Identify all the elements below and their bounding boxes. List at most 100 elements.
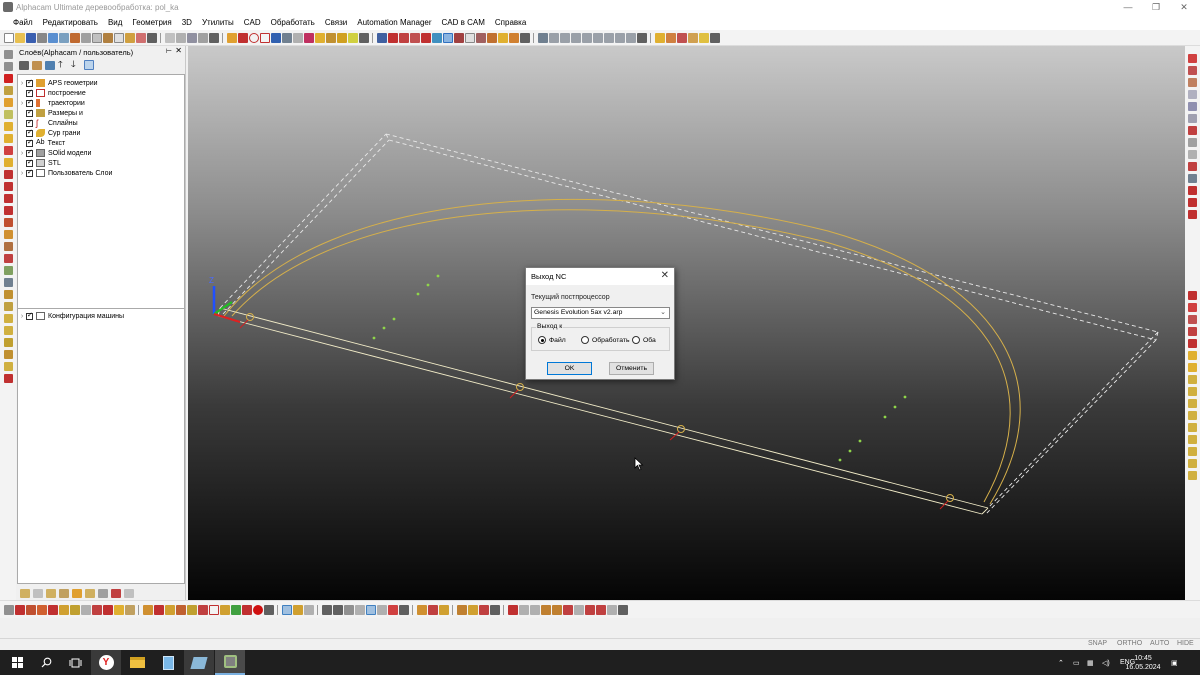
angle-icon[interactable]	[3, 206, 13, 215]
cube-icon[interactable]	[3, 290, 13, 299]
tab-materials-icon[interactable]	[59, 588, 69, 598]
arrow-up-icon[interactable]: 🡑	[58, 57, 68, 73]
layer-item[interactable]: › траектории	[18, 98, 184, 108]
ucs-icon[interactable]	[1188, 162, 1197, 171]
check-icon[interactable]	[1188, 303, 1197, 312]
menu-links[interactable]: Связи	[320, 18, 352, 27]
layer-add-icon[interactable]	[45, 60, 55, 70]
clock[interactable]: 10:45 16.05.2024	[1125, 650, 1160, 675]
pocket-icon[interactable]	[26, 604, 36, 615]
list-op-icon[interactable]	[304, 604, 314, 615]
view-iso-icon[interactable]	[1188, 90, 1197, 99]
spline-icon[interactable]	[304, 32, 314, 43]
op-6-icon[interactable]	[198, 604, 208, 615]
op-2-icon[interactable]	[154, 604, 164, 615]
line-icon[interactable]	[227, 32, 237, 43]
trim-icon[interactable]	[282, 32, 292, 43]
view-icon[interactable]	[114, 32, 124, 43]
aggregate-icon[interactable]	[114, 604, 124, 615]
machine-checkbox[interactable]	[26, 311, 33, 320]
scale-icon[interactable]	[454, 32, 464, 43]
delete-icon[interactable]	[3, 74, 13, 83]
nest-icon[interactable]	[688, 32, 698, 43]
pen-icon[interactable]	[3, 350, 13, 359]
op-1-icon[interactable]	[143, 604, 153, 615]
list-icon[interactable]	[1188, 387, 1197, 396]
arc-icon[interactable]	[238, 32, 248, 43]
task-view-icon[interactable]	[60, 650, 90, 675]
shade-icon[interactable]	[1188, 198, 1197, 207]
tab-report-icon[interactable]	[111, 588, 121, 598]
layer-item[interactable]: Сур грани	[18, 128, 184, 138]
sheet-b-icon[interactable]	[519, 604, 529, 615]
radio-unselected-icon[interactable]	[581, 336, 589, 344]
circle-icon[interactable]	[249, 32, 259, 43]
crop-op-icon[interactable]	[388, 604, 398, 615]
polyline-icon[interactable]	[271, 32, 281, 43]
layer-item[interactable]: построение	[18, 88, 184, 98]
diagonal-icon[interactable]	[3, 182, 13, 191]
explode-icon[interactable]	[3, 338, 13, 347]
tool-library-icon[interactable]	[125, 32, 135, 43]
line-dash2-icon[interactable]	[560, 32, 570, 43]
windows-start-icon[interactable]	[2, 650, 32, 675]
tray-chevron-icon[interactable]: ⌃	[1058, 650, 1064, 675]
folder-right-icon[interactable]	[1188, 351, 1197, 360]
radio-unselected-icon[interactable]	[632, 336, 640, 344]
pattern-icon[interactable]	[3, 362, 13, 371]
menu-edit[interactable]: Редактировать	[38, 18, 103, 27]
frame-op-icon[interactable]	[377, 604, 387, 615]
op-3-icon[interactable]	[165, 604, 175, 615]
view-front-icon[interactable]	[1188, 66, 1197, 75]
radio-selected-icon[interactable]	[538, 336, 546, 344]
rotate-view-icon[interactable]	[1188, 102, 1197, 111]
op-9-icon[interactable]	[231, 604, 241, 615]
zoom-window-icon[interactable]	[48, 32, 58, 43]
tab-operations-icon[interactable]	[33, 588, 43, 598]
view-side-icon[interactable]	[1188, 78, 1197, 87]
sheet-a-icon[interactable]	[508, 604, 518, 615]
cancel-button[interactable]: Отменить	[609, 362, 654, 375]
network-icon[interactable]	[1188, 339, 1197, 348]
frame-icon[interactable]	[1188, 447, 1197, 456]
select-op-icon[interactable]	[282, 604, 292, 615]
menu-3d[interactable]: 3D	[177, 18, 197, 27]
post-op-icon[interactable]	[468, 604, 478, 615]
engrave-icon[interactable]	[59, 604, 69, 615]
work-plane-icon[interactable]	[1188, 138, 1197, 147]
toolbar-dropdown-icon[interactable]	[710, 32, 720, 43]
numbers-icon[interactable]	[3, 278, 13, 287]
extend-icon[interactable]	[293, 32, 303, 43]
menu-file[interactable]: Файл	[8, 18, 38, 27]
layer-view-icon[interactable]	[84, 60, 94, 70]
layer-item[interactable]: › SOlid модели	[18, 148, 184, 158]
dialog-close-icon[interactable]: ✕	[661, 270, 669, 281]
snap-center-icon[interactable]	[410, 32, 420, 43]
rotate-op-icon[interactable]	[439, 604, 449, 615]
cad-viewport[interactable]: Z	[188, 46, 1185, 600]
notifications-icon[interactable]: ▣	[1171, 650, 1178, 675]
layer-settings-icon[interactable]	[32, 60, 42, 70]
dimension-icon[interactable]	[476, 32, 486, 43]
ortho-icon[interactable]	[626, 32, 636, 43]
expand-icon[interactable]: ›	[18, 170, 26, 177]
break-icon[interactable]	[337, 32, 347, 43]
split-icon[interactable]	[3, 218, 13, 227]
pin-view-icon[interactable]	[1188, 186, 1197, 195]
open-right-icon[interactable]	[1188, 363, 1197, 372]
layer-item[interactable]: › Пользователь Слои	[18, 168, 184, 178]
layer-checkbox[interactable]	[26, 88, 33, 97]
array-icon[interactable]	[176, 32, 186, 43]
layer-item[interactable]: › APS геометрии	[18, 78, 184, 88]
join-icon[interactable]	[348, 32, 358, 43]
folder-icon[interactable]	[655, 32, 665, 43]
tab-settings-icon[interactable]	[124, 588, 134, 598]
layers-icon[interactable]	[19, 60, 29, 70]
toolbar-dropdown-icon[interactable]	[520, 32, 530, 43]
tab-clamp-icon[interactable]	[72, 588, 82, 598]
start-point-icon[interactable]	[3, 146, 13, 155]
corner-icon[interactable]	[3, 194, 13, 203]
menu-utilities[interactable]: Утилиты	[197, 18, 239, 27]
move-icon[interactable]	[421, 32, 431, 43]
grid2-icon[interactable]	[1188, 399, 1197, 408]
